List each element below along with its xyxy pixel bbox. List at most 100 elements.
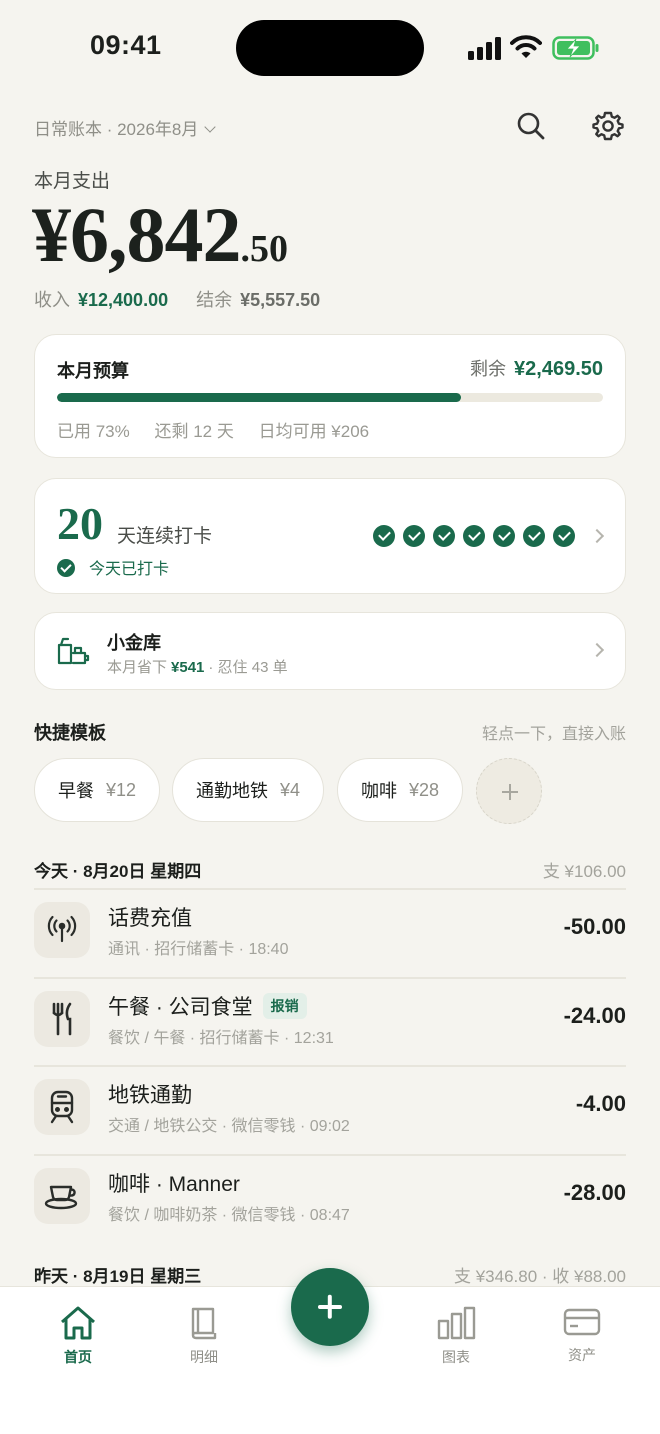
check-circle-icon	[57, 559, 75, 577]
streak-check-dot	[433, 525, 455, 547]
transaction-meta: 餐饮 / 咖啡奶茶 · 微信零钱 · 08:47	[108, 1207, 350, 1224]
budget-remaining-label: 剩余	[470, 359, 507, 379]
signal-tower-icon	[34, 902, 90, 958]
home-icon	[61, 1306, 95, 1340]
fork-knife-icon	[34, 991, 90, 1047]
streak-card[interactable]: 20 天连续打卡 今天已打卡	[34, 478, 626, 594]
balance-value: ¥5,557.50	[240, 290, 321, 310]
transaction-row[interactable]: 地铁通勤 交通 / 地铁公交 · 微信零钱 · 09:02 -4.00	[34, 1067, 626, 1155]
wifi-icon	[510, 35, 542, 58]
template-name: 通勤地铁	[195, 781, 268, 801]
metro-icon	[34, 1079, 90, 1135]
transaction-meta: 餐饮 / 午餐 · 招行储蓄卡 · 12:31	[108, 1030, 334, 1047]
monthly-spend-amount: ¥6,842.50	[32, 190, 288, 280]
streak-check-dot	[493, 525, 515, 547]
transaction-row[interactable]: 午餐 · 公司食堂 报销 餐饮 / 午餐 · 招行储蓄卡 · 12:31 -24.…	[34, 979, 626, 1067]
chevron-down-icon	[204, 121, 217, 133]
day-header-today: 今天 · 8月20日 星期四 支 ¥106.00	[34, 857, 626, 882]
transaction-name: 话费充值	[108, 907, 192, 930]
budget-title: 本月预算	[57, 361, 129, 381]
transaction-name: 咖啡 · Manner	[108, 1173, 240, 1196]
transaction-row[interactable]: 咖啡 · Manner 餐饮 / 咖啡奶茶 · 微信零钱 · 08:47 -28…	[34, 1156, 626, 1244]
template-chip[interactable]: 咖啡 ¥28	[337, 758, 463, 822]
streak-label: 天连续打卡	[117, 526, 213, 547]
piggy-jar-icon	[57, 637, 90, 665]
day-total: 支 ¥346.80 · 收 ¥88.00	[453, 1267, 626, 1286]
transaction-amount: -50.00	[563, 914, 626, 939]
transaction-name: 地铁通勤	[108, 1084, 192, 1107]
tab-assets[interactable]: 资产	[542, 1305, 622, 1365]
transaction-meta: 交通 / 地铁公交 · 微信零钱 · 09:02	[108, 1118, 350, 1135]
templates-hint: 轻点一下，直接入账	[481, 726, 626, 743]
bar-chart-icon	[437, 1306, 476, 1340]
transaction-amount: -24.00	[563, 1003, 626, 1028]
book-icon	[191, 1307, 217, 1340]
streak-check-dot	[553, 525, 575, 547]
search-icon[interactable]	[515, 110, 547, 142]
budget-days-left: 还剩 12 天	[154, 422, 234, 441]
budget-remaining-value: ¥2,469.50	[514, 358, 603, 380]
transaction-meta: 通讯 · 招行储蓄卡 · 18:40	[108, 941, 289, 958]
transaction-name-wrap: 午餐 · 公司食堂 报销	[108, 991, 307, 1021]
budget-remaining: 剩余 ¥2,469.50	[470, 355, 603, 381]
transaction-name: 午餐 · 公司食堂	[108, 996, 253, 1019]
vault-name: 小金库	[107, 633, 161, 653]
transaction-amount: -4.00	[575, 1091, 626, 1116]
streak-check-dot	[463, 525, 485, 547]
tab-home[interactable]: 首页	[38, 1305, 118, 1367]
vault-sub-suffix: · 忍住 43 单	[208, 659, 288, 676]
template-name: 咖啡	[360, 781, 397, 801]
streak-check-dot	[373, 525, 395, 547]
dynamic-island	[236, 20, 424, 76]
amount-main: ¥6,842	[32, 191, 241, 278]
status-bar: 09:41	[0, 0, 660, 96]
transaction-row[interactable]: 话费充值 通讯 · 招行储蓄卡 · 18:40 -50.00	[34, 890, 626, 978]
day-total: 支 ¥106.00	[542, 862, 626, 881]
template-name: 早餐	[57, 781, 94, 801]
income-balance-line: 收入 ¥12,400.00 结余 ¥5,557.50	[34, 286, 320, 312]
add-template-button[interactable]	[476, 758, 542, 824]
tab-label: 图表	[442, 1349, 470, 1365]
coffee-cup-icon	[34, 1168, 90, 1224]
add-transaction-button[interactable]	[291, 1268, 369, 1346]
transaction-amount: -28.00	[563, 1180, 626, 1205]
income-label: 收入	[34, 290, 70, 310]
budget-progress-fill	[57, 393, 462, 402]
template-chip[interactable]: 通勤地铁 ¥4	[172, 758, 324, 822]
template-price: ¥12	[105, 779, 137, 800]
book-switcher[interactable]: 日常账本 · 2026年8月	[34, 115, 217, 140]
day-date: 今天 · 8月20日 星期四	[34, 862, 202, 881]
template-chip[interactable]: 早餐 ¥12	[34, 758, 160, 822]
battery-charging-icon	[552, 36, 599, 60]
tab-label: 资产	[568, 1347, 596, 1363]
chevron-right-icon	[589, 642, 605, 658]
cellular-signal-icon	[468, 36, 502, 60]
card-icon	[563, 1308, 601, 1336]
vault-card[interactable]: 小金库 本月省下 ¥541 · 忍住 43 单	[34, 612, 626, 690]
templates-title: 快捷模板	[34, 723, 106, 743]
vault-sub-prefix: 本月省下	[107, 659, 168, 676]
balance-label: 结余	[196, 290, 233, 310]
gear-icon[interactable]	[592, 110, 624, 142]
checked-in-status: 今天已打卡	[57, 555, 169, 579]
budget-stats: 已用 73% 还剩 12 天 日均可用 ¥206	[57, 417, 389, 442]
vault-saved: ¥541	[171, 659, 205, 676]
tab-label: 明细	[190, 1349, 218, 1365]
amount-cents: .50	[240, 228, 289, 270]
budget-card[interactable]: 本月预算 剩余 ¥2,469.50 已用 73% 还剩 12 天 日均可用 ¥20…	[34, 334, 626, 458]
reimburse-badge: 报销	[262, 993, 307, 1019]
tab-details[interactable]: 明细	[164, 1305, 244, 1367]
monthly-spend-label: 本月支出	[34, 171, 111, 192]
checked-in-label: 今天已打卡	[89, 561, 170, 578]
streak-check-dot	[403, 525, 425, 547]
income-value: ¥12,400.00	[78, 290, 169, 310]
template-price: ¥4	[279, 779, 301, 800]
streak-check-dot	[523, 525, 545, 547]
budget-used: 已用 73%	[57, 422, 130, 441]
day-date: 昨天 · 8月19日 星期三	[34, 1267, 202, 1286]
book-switcher-label: 日常账本 · 2026年8月	[34, 120, 199, 139]
budget-daily: 日均可用 ¥206	[258, 422, 370, 441]
template-price: ¥28	[408, 779, 440, 800]
streak-days: 20	[57, 498, 103, 549]
tab-charts[interactable]: 图表	[416, 1305, 496, 1367]
